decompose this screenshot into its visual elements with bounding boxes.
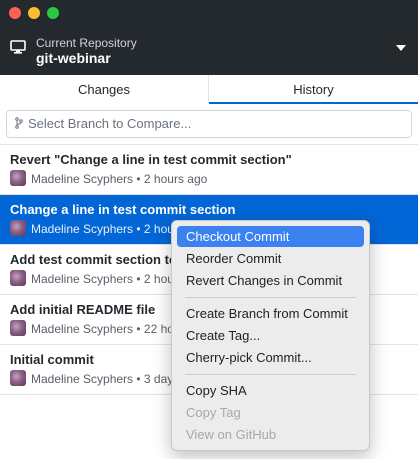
- minimize-window-button[interactable]: [28, 7, 40, 19]
- avatar: [10, 220, 26, 236]
- avatar: [10, 370, 26, 386]
- current-repository-selector[interactable]: Current Repository git-webinar: [0, 26, 418, 75]
- repository-label: Current Repository: [36, 36, 137, 50]
- menu-item-revert-changes[interactable]: Revert Changes in Commit: [177, 270, 364, 291]
- commit-meta: Madeline Scyphers • 3 day: [31, 372, 174, 386]
- chevron-down-icon: [396, 45, 406, 51]
- commit-meta: Madeline Scyphers • 22 ho: [31, 322, 174, 336]
- menu-item-reorder-commit[interactable]: Reorder Commit: [177, 248, 364, 269]
- branch-compare-placeholder: Select Branch to Compare...: [28, 116, 192, 131]
- menu-item-copy-tag: Copy Tag: [186, 405, 241, 420]
- menu-item-cherry-pick[interactable]: Cherry-pick Commit...: [177, 347, 364, 368]
- commit-title: Add test commit section to: [10, 252, 177, 267]
- commit-meta: Madeline Scyphers • 2 hou: [31, 222, 174, 236]
- commit-meta: Madeline Scyphers • 2 hou: [31, 272, 174, 286]
- tab-changes[interactable]: Changes: [0, 75, 209, 103]
- tab-history[interactable]: History: [209, 75, 418, 105]
- commit-title: Change a line in test commit section: [10, 202, 236, 217]
- branch-compare-input[interactable]: Select Branch to Compare...: [6, 110, 412, 138]
- branch-compare-section: Select Branch to Compare...: [0, 104, 418, 145]
- menu-item-checkout-commit[interactable]: Checkout Commit: [177, 226, 364, 247]
- menu-separator: [185, 297, 356, 298]
- menu-item-create-branch[interactable]: Create Branch from Commit: [177, 303, 364, 324]
- branch-icon: [15, 117, 23, 129]
- repository-name: git-webinar: [36, 50, 111, 66]
- commit-title: Add initial README file: [10, 302, 156, 317]
- close-window-button[interactable]: [9, 7, 21, 19]
- window-titlebar: [0, 0, 418, 26]
- commit-meta: Madeline Scyphers • 2 hours ago: [31, 172, 208, 186]
- commit-context-menu: Checkout Commit Reorder Commit Revert Ch…: [171, 220, 370, 451]
- avatar: [10, 270, 26, 286]
- commit-title: Revert "Change a line in test commit sec…: [10, 152, 292, 167]
- tab-bar: Changes History: [0, 75, 418, 105]
- commit-title: Initial commit: [10, 352, 94, 367]
- zoom-window-button[interactable]: [47, 7, 59, 19]
- avatar: [10, 320, 26, 336]
- menu-item-copy-sha[interactable]: Copy SHA: [177, 380, 364, 401]
- monitor-icon: [10, 40, 26, 54]
- menu-item-create-tag[interactable]: Create Tag...: [177, 325, 364, 346]
- commit-list-item[interactable]: Revert "Change a line in test commit sec…: [0, 145, 418, 195]
- avatar: [10, 170, 26, 186]
- menu-item-view-on-github: View on GitHub: [186, 427, 277, 442]
- menu-separator: [185, 374, 356, 375]
